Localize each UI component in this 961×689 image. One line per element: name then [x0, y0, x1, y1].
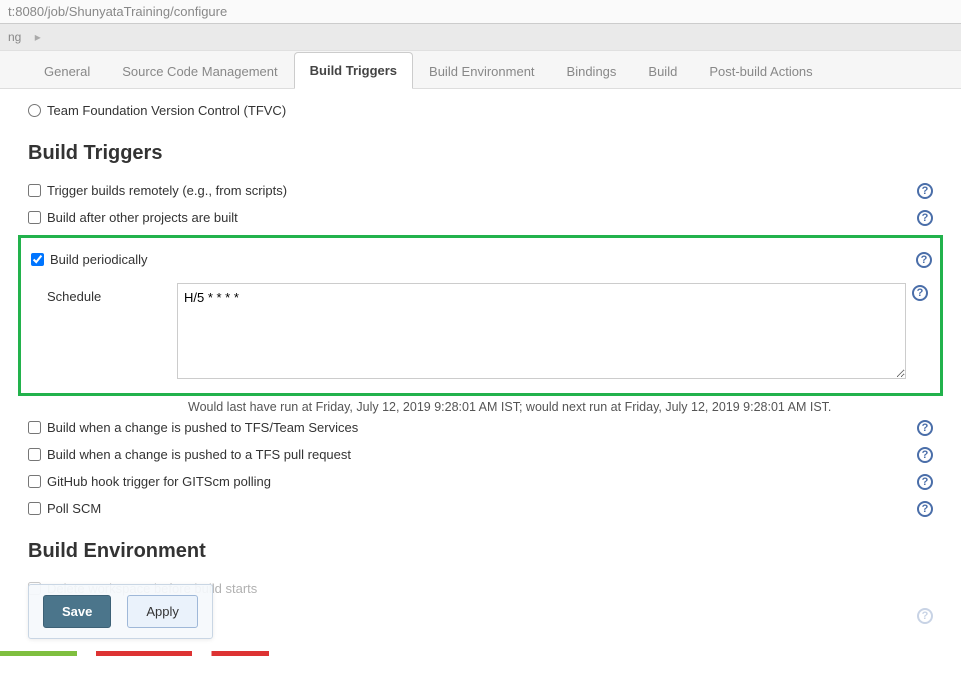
- tab-scm[interactable]: Source Code Management: [106, 53, 293, 89]
- tab-general[interactable]: General: [28, 53, 106, 89]
- build-after-label: Build after other projects are built: [47, 210, 238, 225]
- help-icon[interactable]: ?: [917, 474, 933, 490]
- github-hook-label: GitHub hook trigger for GITScm polling: [47, 474, 271, 489]
- help-icon[interactable]: ?: [917, 420, 933, 436]
- build-after-checkbox[interactable]: [28, 211, 41, 224]
- poll-scm-row: Poll SCM ?: [28, 495, 933, 522]
- github-hook-row: GitHub hook trigger for GITScm polling ?: [28, 468, 933, 495]
- help-icon[interactable]: ?: [917, 183, 933, 199]
- tab-bindings[interactable]: Bindings: [551, 53, 633, 89]
- apply-button[interactable]: Apply: [127, 595, 198, 628]
- tab-build-triggers[interactable]: Build Triggers: [294, 52, 413, 89]
- tfvc-radio[interactable]: [28, 104, 41, 117]
- build-periodically-row: Build periodically ?: [29, 246, 932, 273]
- schedule-info-text: Would last have run at Friday, July 12, …: [28, 400, 933, 414]
- poll-scm-label: Poll SCM: [47, 501, 101, 516]
- tfs-push-checkbox[interactable]: [28, 421, 41, 434]
- config-tabs: General Source Code Management Build Tri…: [0, 51, 961, 89]
- button-bar: Save Apply: [28, 584, 213, 639]
- help-icon[interactable]: ?: [917, 447, 933, 463]
- tab-post-build[interactable]: Post-build Actions: [693, 53, 828, 89]
- page-content: General Source Code Management Build Tri…: [0, 51, 961, 649]
- poll-scm-checkbox[interactable]: [28, 502, 41, 515]
- help-icon[interactable]: ?: [917, 608, 933, 624]
- tfs-push-label: Build when a change is pushed to TFS/Tea…: [47, 420, 358, 435]
- tab-build[interactable]: Build: [632, 53, 693, 89]
- url-text: t:8080/job/ShunyataTraining/configure: [8, 4, 227, 19]
- bottom-strip: [0, 651, 961, 656]
- tfvc-label: Team Foundation Version Control (TFVC): [47, 103, 286, 118]
- tab-build-environment[interactable]: Build Environment: [413, 53, 551, 89]
- form-content: Team Foundation Version Control (TFVC) B…: [0, 89, 961, 649]
- help-icon[interactable]: ?: [912, 285, 928, 301]
- schedule-input[interactable]: [177, 283, 906, 379]
- tfs-pr-row: Build when a change is pushed to a TFS p…: [28, 441, 933, 468]
- breadcrumb-text: ng: [8, 30, 21, 44]
- help-icon[interactable]: ?: [917, 210, 933, 226]
- trigger-remote-label: Trigger builds remotely (e.g., from scri…: [47, 183, 287, 198]
- breadcrumb: ng ▸: [0, 24, 961, 51]
- schedule-label: Schedule: [47, 283, 177, 304]
- build-periodically-checkbox[interactable]: [31, 253, 44, 266]
- help-icon[interactable]: ?: [916, 252, 932, 268]
- tfs-push-row: Build when a change is pushed to TFS/Tea…: [28, 414, 933, 441]
- breadcrumb-caret-icon: ▸: [35, 30, 41, 44]
- schedule-row: Schedule ?: [29, 283, 932, 379]
- trigger-remote-checkbox[interactable]: [28, 184, 41, 197]
- build-periodically-highlight: Build periodically ? Schedule ?: [18, 235, 943, 396]
- save-button[interactable]: Save: [43, 595, 111, 628]
- help-icon[interactable]: ?: [917, 501, 933, 517]
- tfs-pr-label: Build when a change is pushed to a TFS p…: [47, 447, 351, 462]
- build-triggers-heading: Build Triggers: [28, 142, 933, 165]
- trigger-remote-row: Trigger builds remotely (e.g., from scri…: [28, 177, 933, 204]
- github-hook-checkbox[interactable]: [28, 475, 41, 488]
- url-bar: t:8080/job/ShunyataTraining/configure: [0, 0, 961, 24]
- tfs-pr-checkbox[interactable]: [28, 448, 41, 461]
- build-environment-heading: Build Environment: [28, 540, 933, 563]
- tfvc-row: Team Foundation Version Control (TFVC): [28, 97, 933, 124]
- build-periodically-label: Build periodically: [50, 252, 148, 267]
- build-after-row: Build after other projects are built ?: [28, 204, 933, 231]
